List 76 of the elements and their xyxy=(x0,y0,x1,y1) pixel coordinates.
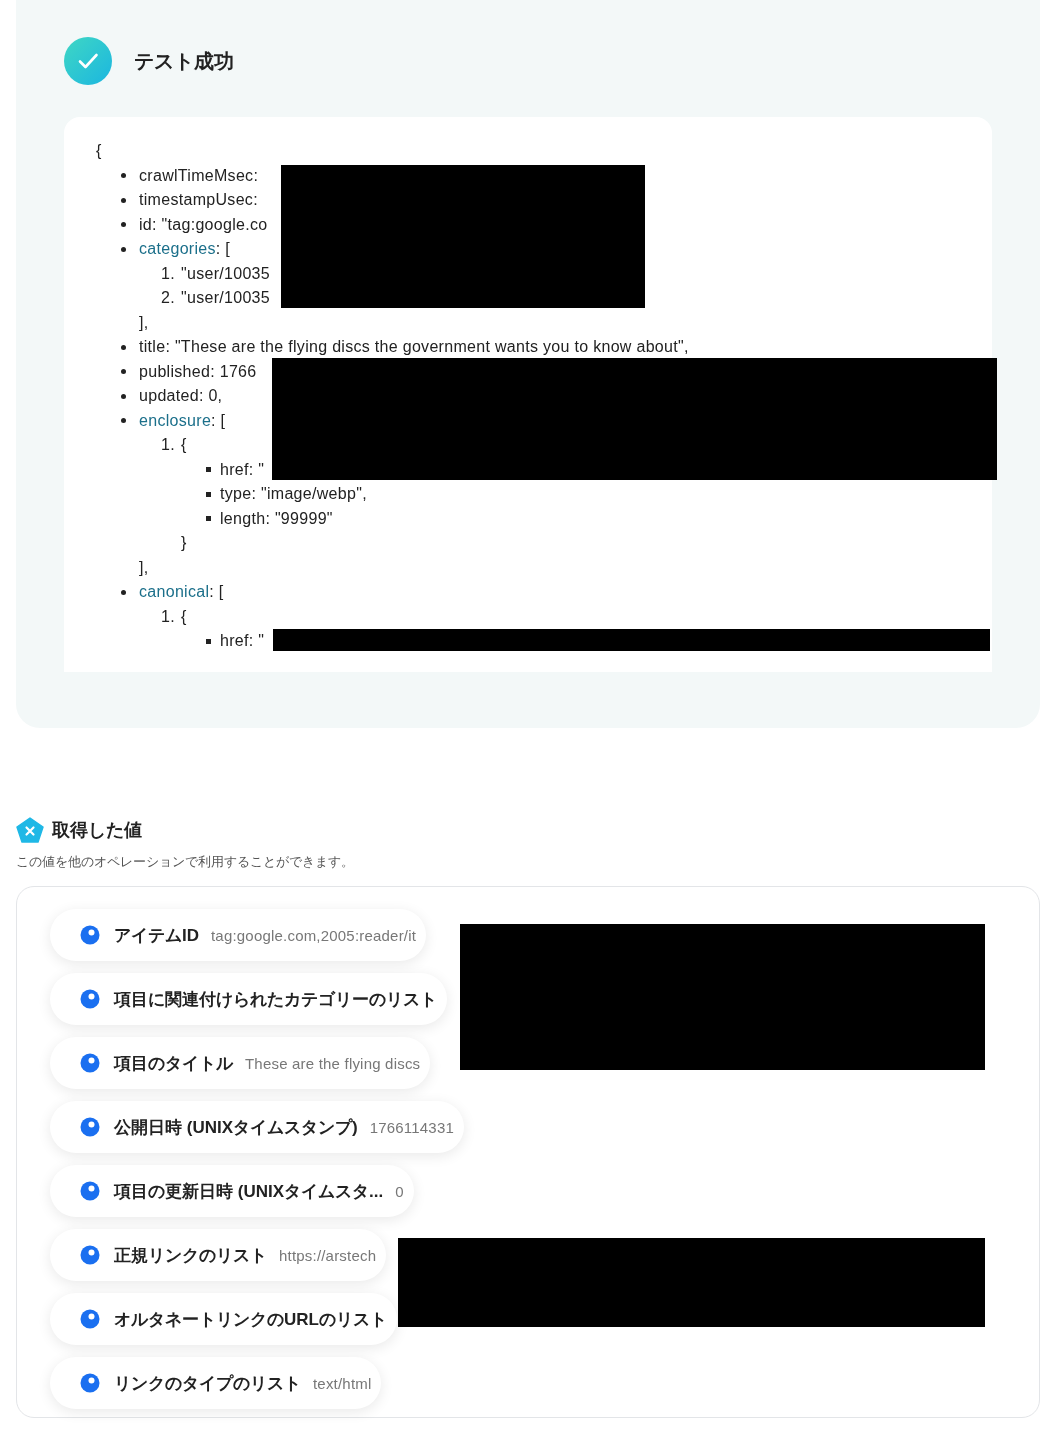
bullet-icon xyxy=(121,246,126,252)
code-text: updated: 0, xyxy=(139,386,223,406)
code-text: "user/10035 xyxy=(180,288,270,308)
variable-dot-icon xyxy=(80,989,100,1009)
value-item[interactable]: 項目のタイトル These are the flying discs xyxy=(50,1037,431,1089)
code-text: { xyxy=(180,606,187,627)
code-key: canonical xyxy=(139,580,210,605)
value-label: 公開日時 (UNIXタイムスタンプ) xyxy=(114,1116,358,1139)
bullet-icon xyxy=(121,197,126,203)
code-text: published: 1766 xyxy=(139,361,257,382)
value-label: リンクのタイプのリスト xyxy=(114,1372,301,1395)
bullet-icon xyxy=(121,589,126,595)
value-item[interactable]: 公開日時 (UNIXタイムスタンプ) 1766114331 xyxy=(50,1101,464,1153)
code-text: : [ xyxy=(211,410,226,431)
value-label: 項目のタイトル xyxy=(114,1052,233,1075)
bullet-icon xyxy=(121,393,126,399)
code-text: crawlTimeMsec: xyxy=(139,165,259,186)
value-label: 正規リンクのリスト xyxy=(114,1244,267,1267)
variable-dot-icon xyxy=(80,1309,100,1329)
value-item[interactable]: 項目の更新日時 (UNIXタイムスタ... 0 xyxy=(50,1165,414,1217)
code-text: : [ xyxy=(215,239,231,259)
list-number: 2. xyxy=(161,288,175,308)
list-number: 1. xyxy=(161,606,175,627)
bullet-icon xyxy=(206,516,211,522)
check-circle-icon xyxy=(64,37,112,85)
code-text: type: "image/webp", xyxy=(220,484,367,504)
variable-dot-icon xyxy=(80,1053,100,1073)
code-text: ], xyxy=(139,312,149,333)
value-text: text/html xyxy=(313,1374,372,1392)
variable-dot-icon xyxy=(80,925,100,945)
bullet-icon xyxy=(121,173,126,179)
value-text: tag:google.com,2005:reader/it xyxy=(211,926,417,944)
bullet-icon xyxy=(206,638,211,644)
value-label: 項目に関連付けられたカテゴリーのリスト xyxy=(114,988,437,1011)
code-text: title: "These are the flying discs the government wants you to know about", xyxy=(139,337,689,357)
section-title: 取得した値 xyxy=(52,819,142,842)
code-text: length: "99999" xyxy=(220,508,333,529)
value-item[interactable]: 項目に関連付けられたカテゴリーのリスト xyxy=(50,973,447,1025)
value-text: 0 xyxy=(395,1182,404,1200)
value-text: These are the flying discs xyxy=(245,1054,421,1072)
code-text: : [ xyxy=(209,582,224,602)
value-item[interactable]: アイテムID tag:google.com,2005:reader/it xyxy=(50,909,427,961)
bullet-icon xyxy=(206,491,211,497)
bullet-icon xyxy=(206,467,211,473)
variable-dot-icon xyxy=(80,1181,100,1201)
code-text: href: " xyxy=(220,631,265,651)
code-text: id: "tag:google.co xyxy=(139,214,268,235)
value-text: https://arstech xyxy=(279,1246,377,1264)
code-text: } xyxy=(181,533,187,553)
value-item[interactable]: リンクのタイプのリスト text/html xyxy=(50,1357,382,1409)
bullet-icon xyxy=(121,369,126,375)
list-number: 1. xyxy=(161,263,175,284)
value-text: 1766114331 xyxy=(369,1118,454,1136)
variable-icon xyxy=(16,817,44,843)
code-text: "user/10035 xyxy=(180,263,270,284)
code-text: href: " xyxy=(220,459,265,480)
result-title: テスト成功 xyxy=(134,48,234,74)
variable-dot-icon xyxy=(80,1245,100,1265)
value-item[interactable]: オルタネートリンクのURLのリスト xyxy=(50,1293,397,1345)
bullet-icon xyxy=(121,418,126,424)
value-label: アイテムID xyxy=(114,924,199,947)
code-text: ], xyxy=(139,557,149,578)
value-label: 項目の更新日時 (UNIXタイムスタ... xyxy=(114,1180,384,1203)
value-item[interactable]: 正規リンクのリスト https://arstech xyxy=(50,1229,387,1281)
variable-dot-icon xyxy=(80,1373,100,1393)
code-key: categories xyxy=(139,237,216,262)
code-text: { xyxy=(96,141,102,161)
code-text: timestampUsec: xyxy=(139,190,258,210)
list-number: 1. xyxy=(161,435,175,455)
bullet-icon xyxy=(121,222,126,228)
code-key: enclosure xyxy=(139,408,212,433)
value-label: オルタネートリンクのURLのリスト xyxy=(114,1308,387,1331)
bullet-icon xyxy=(121,344,126,350)
variable-dot-icon xyxy=(80,1117,100,1137)
code-text: { xyxy=(180,435,187,455)
section-description: この値を他のオペレーションで利用することができます。 xyxy=(16,853,355,871)
